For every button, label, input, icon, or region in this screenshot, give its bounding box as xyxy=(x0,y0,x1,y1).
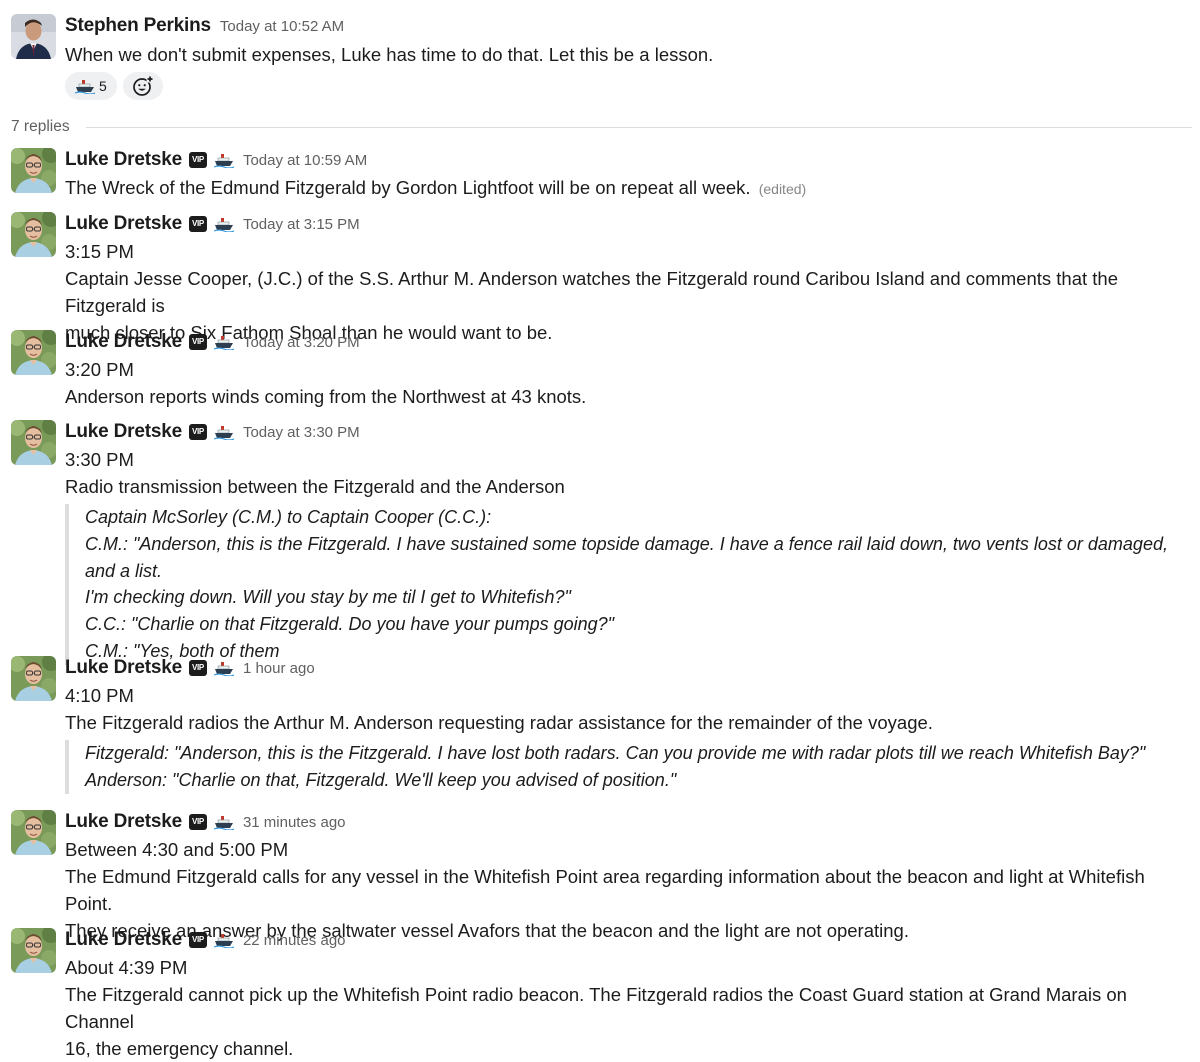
message-timestamp[interactable]: 1 hour ago xyxy=(243,660,315,677)
quote-line: Anderson: "Charlie on that, Fitzgerald. … xyxy=(85,769,677,790)
ship-emoji-icon xyxy=(75,80,95,94)
ship-status-icon xyxy=(213,815,234,830)
author-name[interactable]: Luke Dretske xyxy=(65,213,182,235)
message-line: The Edmund Fitzgerald calls for any vess… xyxy=(65,866,1145,914)
reaction-count: 5 xyxy=(99,78,107,94)
author-name[interactable]: Luke Dretske xyxy=(65,657,182,679)
add-reaction-button[interactable] xyxy=(122,72,163,100)
message-line: 3:20 PM xyxy=(65,359,134,380)
reaction-ship[interactable]: 5 xyxy=(65,72,117,100)
message-line: Anderson reports winds coming from the N… xyxy=(65,386,587,407)
ship-status-icon xyxy=(213,661,234,676)
block-quote: Fitzgerald: "Anderson, this is the Fitzg… xyxy=(65,740,1192,794)
replies-divider: 7 replies xyxy=(11,117,1192,137)
avatar-luke-dretske[interactable] xyxy=(11,928,56,973)
message-timestamp[interactable]: Today at 3:20 PM xyxy=(243,334,360,351)
author-name[interactable]: Stephen Perkins xyxy=(65,15,211,37)
message-line: The Fitzgerald radios the Arthur M. Ande… xyxy=(65,712,933,733)
message-line: 3:30 PM xyxy=(65,449,134,470)
message-line: Radio transmission between the Fitzgeral… xyxy=(65,476,565,497)
author-name[interactable]: Luke Dretske xyxy=(65,421,182,443)
quote-line: Fitzgerald: "Anderson, this is the Fitzg… xyxy=(85,743,1146,763)
block-quote: Captain McSorley (C.M.) to Captain Coope… xyxy=(65,504,1192,665)
avatar-luke-dretske[interactable] xyxy=(11,212,56,257)
message-line: About 4:39 PM xyxy=(65,957,188,978)
message-timestamp[interactable]: Today at 3:30 PM xyxy=(243,424,360,441)
author-name[interactable]: Luke Dretske xyxy=(65,811,182,833)
avatar-luke-dretske[interactable] xyxy=(11,148,56,193)
message-line: 3:15 PM xyxy=(65,241,134,262)
message-line: The Fitzgerald cannot pick up the Whitef… xyxy=(65,984,1127,1032)
quote-line: C.M.: "Anderson, this is the Fitzgerald.… xyxy=(85,533,1168,581)
message-timestamp[interactable]: 31 minutes ago xyxy=(243,814,346,831)
vip-badge-icon: VIP xyxy=(188,216,207,232)
add-reaction-icon xyxy=(132,75,154,96)
reactions-bar: 5 xyxy=(65,72,163,100)
divider-line xyxy=(85,126,1192,128)
ship-status-icon xyxy=(213,425,234,440)
vip-badge-icon: VIP xyxy=(188,424,207,440)
vip-badge-icon: VIP xyxy=(188,814,207,830)
message-timestamp[interactable]: Today at 3:15 PM xyxy=(243,216,360,233)
author-name[interactable]: Luke Dretske xyxy=(65,149,182,171)
avatar-luke-dretske[interactable] xyxy=(11,656,56,701)
ship-status-icon xyxy=(213,335,234,350)
ship-status-icon xyxy=(213,153,234,168)
vip-badge-icon: VIP xyxy=(188,932,207,948)
ship-status-icon xyxy=(213,217,234,232)
message-text: When we don't submit expenses, Luke has … xyxy=(65,44,714,65)
message-timestamp[interactable]: Today at 10:52 AM xyxy=(220,18,344,35)
message-text: The Wreck of the Edmund Fitzgerald by Go… xyxy=(65,174,1192,203)
message-line: 4:10 PM xyxy=(65,685,134,706)
message-line: Captain Jesse Cooper, (J.C.) of the S.S.… xyxy=(65,268,1118,316)
avatar-stephen-perkins[interactable] xyxy=(11,14,56,59)
message-timestamp[interactable]: 22 minutes ago xyxy=(243,932,346,949)
ship-status-icon xyxy=(213,933,234,948)
message-body: The Wreck of the Edmund Fitzgerald by Go… xyxy=(65,177,751,198)
replies-count[interactable]: 7 replies xyxy=(11,118,70,136)
avatar-luke-dretske[interactable] xyxy=(11,330,56,375)
avatar-luke-dretske[interactable] xyxy=(11,420,56,465)
quote-line: Captain McSorley (C.M.) to Captain Coope… xyxy=(85,507,492,527)
vip-badge-icon: VIP xyxy=(188,334,207,350)
avatar-luke-dretske[interactable] xyxy=(11,810,56,855)
vip-badge-icon: VIP xyxy=(188,660,207,676)
edited-label: (edited) xyxy=(758,181,807,197)
message-line: 16, the emergency channel. xyxy=(65,1038,294,1059)
vip-badge-icon: VIP xyxy=(188,152,207,168)
quote-line: C.C.: "Charlie on that Fitzgerald. Do yo… xyxy=(85,614,615,634)
quote-line: I'm checking down. Will you stay by me t… xyxy=(85,587,571,608)
message-line: Between 4:30 and 5:00 PM xyxy=(65,839,289,860)
message-timestamp[interactable]: Today at 10:59 AM xyxy=(243,152,367,169)
author-name[interactable]: Luke Dretske xyxy=(65,929,182,951)
author-name[interactable]: Luke Dretske xyxy=(65,331,182,353)
